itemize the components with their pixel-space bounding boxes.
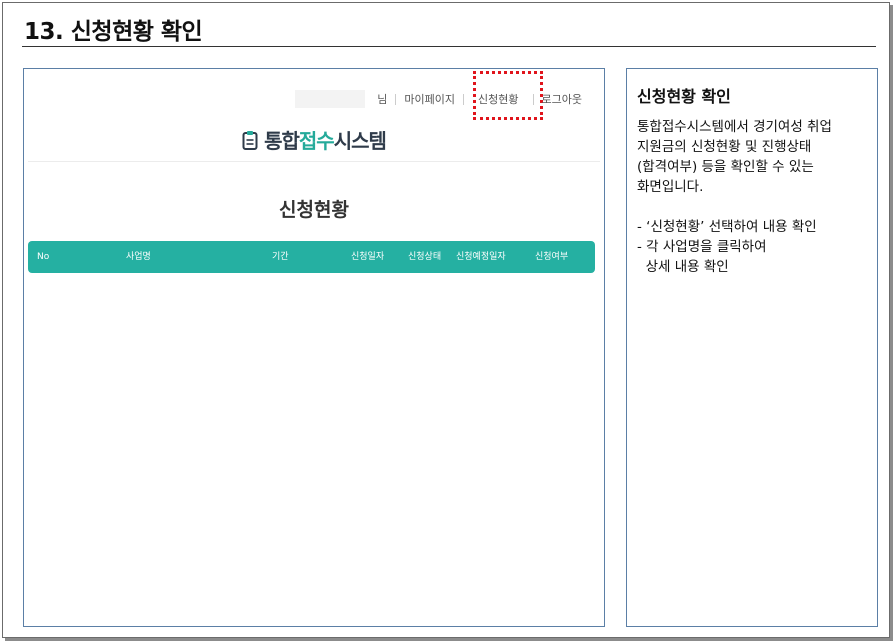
- slide-title: 13. 신청현황 확인: [24, 19, 203, 45]
- site-logo[interactable]: 통합 접수 시스템: [24, 125, 604, 154]
- top-nav: 님 마이페이지 신청현황 로그아웃: [295, 89, 590, 109]
- logo-text-suffix: 시스템: [333, 129, 387, 153]
- screenshot-panel: 님 마이페이지 신청현황 로그아웃 통합 접수 시스템 신청현황 No 사업명 기간…: [23, 68, 605, 627]
- title-divider: [22, 46, 876, 47]
- nav-mypage-link[interactable]: 마이페이지: [396, 91, 463, 107]
- user-suffix: 님: [377, 93, 388, 106]
- description-body: 통합접수시스템에서 경기여성 취업 지원금의 신청현황 및 진행상태 (합격여부…: [637, 117, 869, 277]
- description-panel: 신청현황 확인 통합접수시스템에서 경기여성 취업 지원금의 신청현황 및 진행…: [626, 68, 878, 627]
- col-business-name: 사업명: [126, 252, 151, 262]
- status-table-header: No 사업명 기간 신청일자 신청상태 신청예정일자 신청여부: [28, 241, 595, 273]
- logo-text-accent: 접수: [298, 129, 335, 153]
- user-name-field: [295, 90, 366, 108]
- description-bullets: - ‘신청현황’ 선택하여 내용 확인 - 각 사업명을 클릭하여 상세 내용 …: [637, 217, 869, 277]
- description-bullet: - ‘신청현황’ 선택하여 내용 확인: [637, 219, 817, 235]
- description-bullet: 상세 내용 확인: [637, 259, 729, 275]
- header-divider: [28, 161, 600, 162]
- col-apply-result: 신청여부: [535, 252, 569, 262]
- description-title: 신청현황 확인: [637, 87, 731, 106]
- col-apply-date: 신청일자: [351, 252, 385, 262]
- description-text: 통합접수시스템에서 경기여성 취업 지원금의 신청현황 및 진행상태 (합격여부…: [637, 119, 832, 195]
- nav-logout-link[interactable]: 로그아웃: [534, 91, 590, 107]
- logo-text-prefix: 통합: [264, 129, 300, 153]
- col-scheduled-date: 신청예정일자: [456, 252, 506, 262]
- page-heading: 신청현황: [279, 199, 349, 221]
- col-no: No: [37, 252, 50, 262]
- col-period: 기간: [272, 252, 289, 262]
- nav-application-status-link[interactable]: 신청현황: [464, 91, 532, 107]
- col-apply-status: 신청상태: [408, 252, 442, 262]
- description-bullet: - 각 사업명을 클릭하여: [637, 239, 767, 255]
- clipboard-icon: [242, 130, 258, 150]
